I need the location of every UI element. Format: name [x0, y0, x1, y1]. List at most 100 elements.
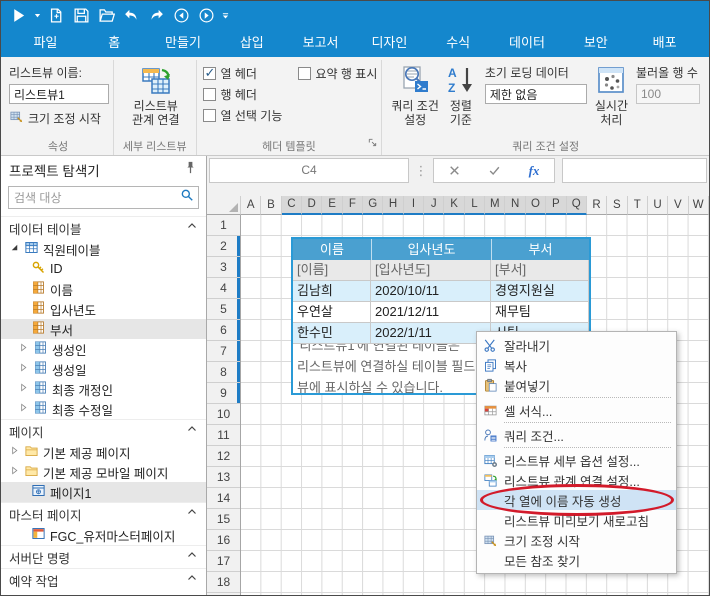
row-header-15[interactable]: 15: [207, 509, 240, 530]
menu-item[interactable]: 리스트뷰 세부 옵션 설정...: [477, 450, 676, 470]
save-button[interactable]: [69, 3, 93, 27]
listview-data-cell[interactable]: 우연살: [293, 302, 371, 323]
checkbox-option[interactable]: 열 선택 기능: [203, 107, 298, 124]
tree-item[interactable]: 기본 제공 모바일 페이지: [1, 462, 206, 482]
cell-name-box[interactable]: C4: [209, 158, 409, 183]
row-header-9[interactable]: 9: [207, 383, 240, 404]
row-count-input[interactable]: [636, 84, 700, 104]
ribbon-tab-1[interactable]: 파일: [11, 29, 80, 57]
column-header-F[interactable]: F: [343, 196, 363, 215]
column-header-A[interactable]: A: [241, 196, 261, 215]
column-header-Q[interactable]: Q: [567, 196, 587, 215]
column-header-O[interactable]: O: [526, 196, 546, 215]
listview-header-cell[interactable]: 부서: [491, 239, 589, 260]
listview-field-cell[interactable]: [입사년도]: [371, 260, 491, 281]
column-header-L[interactable]: L: [465, 196, 485, 215]
listview-data-cell[interactable]: 재무팀: [491, 302, 589, 323]
column-header-C[interactable]: C: [282, 196, 302, 215]
row-header-3[interactable]: 3: [207, 257, 240, 278]
undo-button[interactable]: [119, 3, 143, 27]
sort-button[interactable]: AZ 정렬 기준: [442, 62, 480, 129]
formula-input[interactable]: [562, 158, 707, 183]
realtime-button[interactable]: 실시간 처리: [592, 62, 631, 129]
menu-item[interactable]: 모든 참조 찾기: [477, 550, 676, 570]
tree-item[interactable]: FGC_유저마스터페이지: [1, 525, 206, 545]
listview-data-cell[interactable]: 2021/12/11: [371, 302, 491, 323]
forward-button[interactable]: [194, 3, 218, 27]
listview-field-cell[interactable]: [이름]: [293, 260, 371, 281]
listview-data-cell[interactable]: 한수민: [293, 323, 371, 344]
ribbon-tab-9[interactable]: 보안: [561, 29, 630, 57]
column-header-P[interactable]: P: [546, 196, 566, 215]
tree-item[interactable]: 입사년도: [1, 299, 206, 319]
column-header-M[interactable]: M: [485, 196, 505, 215]
row-header-18[interactable]: 18: [207, 572, 240, 593]
menu-item[interactable]: 붙여넣기: [477, 375, 676, 395]
menu-item[interactable]: 리스트뷰 관계 연결 설정...: [477, 470, 676, 490]
column-header-N[interactable]: N: [505, 196, 525, 215]
section-header-3[interactable]: 마스터 페이지: [1, 502, 206, 525]
column-header-J[interactable]: J: [424, 196, 444, 215]
ribbon-tab-3[interactable]: 만들기: [149, 29, 218, 57]
column-header-G[interactable]: G: [363, 196, 383, 215]
dialog-launcher-icon[interactable]: [367, 135, 378, 153]
column-header-V[interactable]: V: [668, 196, 688, 215]
tree-item[interactable]: 최종 수정일: [1, 399, 206, 419]
menu-item[interactable]: 크기 조정 시작: [477, 530, 676, 550]
column-header-I[interactable]: I: [404, 196, 424, 215]
listview-name-input[interactable]: [9, 84, 109, 104]
search-input[interactable]: [9, 191, 180, 205]
section-header-4[interactable]: 서버단 명령: [1, 545, 206, 568]
tree-item[interactable]: 최종 개정인: [1, 379, 206, 399]
ribbon-tab-4[interactable]: 삽입: [217, 29, 286, 57]
listview-data-cell[interactable]: 2020/10/11: [371, 281, 491, 302]
query-condition-button[interactable]: 쿼리 조건 설정: [388, 62, 442, 129]
run-button[interactable]: [6, 3, 30, 27]
ribbon-tab-7[interactable]: 수식: [424, 29, 493, 57]
row-header-11[interactable]: 11: [207, 425, 240, 446]
initial-loading-input[interactable]: [485, 84, 587, 104]
listview-data-cell[interactable]: 경영지원실: [491, 281, 589, 302]
row-header-6[interactable]: 6: [207, 320, 240, 341]
column-header-S[interactable]: S: [607, 196, 627, 215]
row-header-12[interactable]: 12: [207, 446, 240, 467]
column-header-U[interactable]: U: [648, 196, 668, 215]
row-header-17[interactable]: 17: [207, 551, 240, 572]
row-header-2[interactable]: 2: [207, 236, 240, 257]
tree-item[interactable]: ID: [1, 259, 206, 279]
listview-header-cell[interactable]: 입사년도: [371, 239, 491, 260]
row-header-13[interactable]: 13: [207, 467, 240, 488]
row-header-16[interactable]: 16: [207, 530, 240, 551]
checkbox-option[interactable]: 열 헤더: [203, 65, 298, 82]
run-dropdown-button[interactable]: [31, 3, 43, 27]
row-header-7[interactable]: 7: [207, 341, 240, 362]
tree-item[interactable]: 기본 제공 페이지: [1, 442, 206, 462]
cancel-entry-button[interactable]: [434, 159, 474, 182]
row-header-14[interactable]: 14: [207, 488, 240, 509]
menu-item[interactable]: 각 열에 이름 자동 생성: [477, 490, 676, 510]
checkbox-option[interactable]: 요약 행 표시: [298, 65, 378, 82]
ribbon-tab-10[interactable]: 배포: [630, 29, 699, 57]
column-header-K[interactable]: K: [444, 196, 464, 215]
row-header-8[interactable]: 8: [207, 362, 240, 383]
menu-item[interactable]: 셀 서식...: [477, 400, 676, 420]
checkbox-option[interactable]: 행 헤더: [203, 86, 298, 103]
menu-item[interactable]: 쿼리 조건...: [477, 425, 676, 445]
ribbon-tab-2[interactable]: 홈: [80, 29, 149, 57]
row-header-4[interactable]: 4: [207, 278, 240, 299]
menu-item[interactable]: 리스트뷰 미리보기 새로고침: [477, 510, 676, 530]
column-header-H[interactable]: H: [383, 196, 403, 215]
listview-relation-button[interactable]: 리스트뷰 관계 연결: [120, 62, 192, 129]
tree-item[interactable]: 생성일: [1, 359, 206, 379]
ribbon-tab-5[interactable]: 보고서: [286, 29, 355, 57]
tree-item[interactable]: 직원테이블: [1, 239, 206, 259]
select-all-corner[interactable]: [207, 196, 241, 215]
redo-button[interactable]: [144, 3, 168, 27]
resize-start-button[interactable]: 크기 조정 시작: [9, 109, 109, 127]
tree-item[interactable]: 이름: [1, 279, 206, 299]
menu-item[interactable]: 복사: [477, 355, 676, 375]
section-header-5[interactable]: 예약 작업: [1, 568, 206, 591]
ribbon-tab-8[interactable]: 데이터: [493, 29, 562, 57]
pin-icon[interactable]: [183, 160, 198, 180]
column-header-D[interactable]: D: [302, 196, 322, 215]
